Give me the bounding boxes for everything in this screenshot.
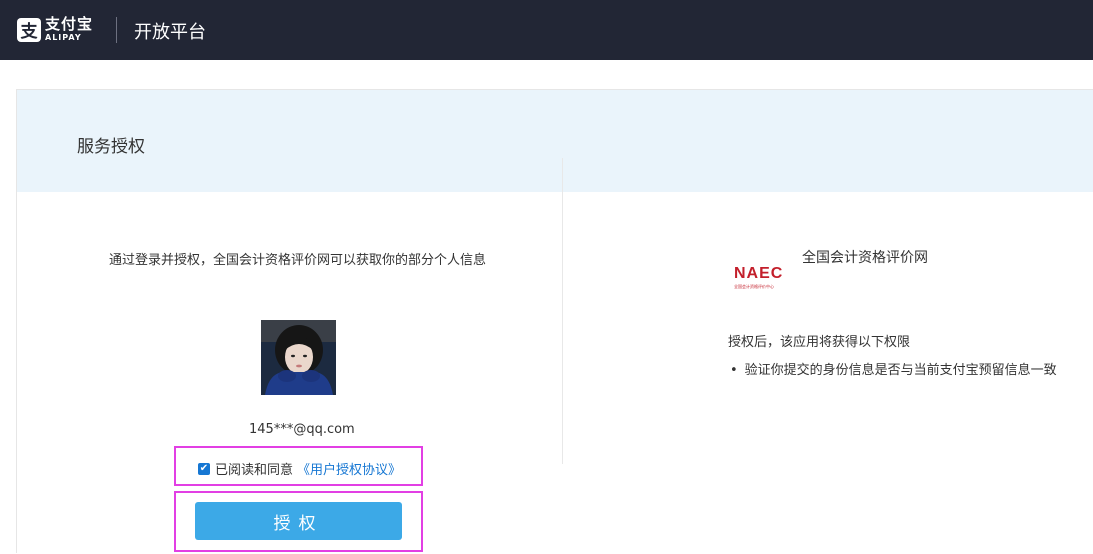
agreement-highlight: ✔ 已阅读和同意 《用户授权协议》: [174, 446, 423, 486]
authorization-card: 服务授权 通过登录并授权，全国会计资格评价网可以获取你的部分个人信息 145**…: [16, 89, 1093, 553]
intro-text: 通过登录并授权，全国会计资格评价网可以获取你的部分个人信息: [109, 253, 487, 268]
logo-text-en: ALIPAY: [45, 33, 82, 42]
permission-item: 验证你提交的身份信息是否与当前支付宝预留信息一致: [730, 359, 1057, 378]
authorize-button[interactable]: 授权: [195, 502, 402, 540]
page-title: 服务授权: [77, 137, 145, 157]
logo-text-zh: 支付宝: [45, 15, 94, 33]
agreement-text: 已阅读和同意: [215, 463, 294, 478]
user-agreement-link[interactable]: 《用户授权协议》: [297, 459, 401, 478]
app-name: 全国会计资格评价网: [802, 250, 928, 266]
permission-list: 验证你提交的身份信息是否与当前支付宝预留信息一致: [730, 359, 1057, 378]
pane-divider: [562, 158, 563, 464]
account-email: 145***@qq.com: [249, 422, 355, 437]
app-pane: 全国会计资格评价网 NAEC 全国会计资格评价中心 授权后，该应用将获得以下权限…: [580, 192, 1093, 554]
page-banner: 服务授权: [17, 90, 1093, 192]
header-divider: [116, 17, 117, 43]
alipay-icon: 支: [17, 17, 41, 42]
agreement-row: ✔ 已阅读和同意 《用户授权协议》: [198, 459, 401, 478]
platform-title: 开放平台: [134, 22, 206, 43]
agreement-checkbox[interactable]: ✔: [198, 462, 210, 475]
naec-logo-subtext: 全国会计资格评价中心: [734, 284, 774, 289]
user-pane: 通过登录并授权，全国会计资格评价网可以获取你的部分个人信息 145***@qq.…: [17, 192, 579, 554]
naec-logo-text: NAEC: [734, 265, 784, 282]
permission-title: 授权后，该应用将获得以下权限: [728, 335, 911, 350]
alipay-logo[interactable]: 支 支付宝 ALIPAY: [17, 17, 93, 42]
avatar: [261, 320, 336, 395]
authorize-highlight: 授权: [174, 491, 423, 552]
top-bar: 支 支付宝 ALIPAY 开放平台: [0, 0, 1093, 60]
naec-logo: NAEC 全国会计资格评价中心: [734, 265, 783, 290]
